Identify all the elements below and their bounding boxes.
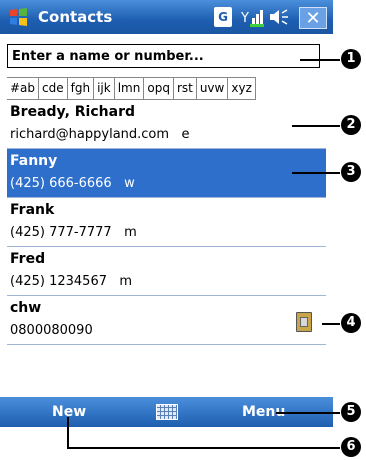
sim-card-icon <box>296 312 312 332</box>
callout-line-3 <box>292 172 340 174</box>
alphabet-tab-ab[interactable]: #ab <box>7 78 40 99</box>
alphabet-tab-ijk[interactable]: ijk <box>94 78 115 99</box>
alphabet-tab-xyz[interactable]: xyz <box>228 78 256 99</box>
volume-icon[interactable] <box>268 7 290 27</box>
alphabet-tab-cde[interactable]: cde <box>39 78 68 99</box>
contact-row[interactable]: chw 0800080090 <box>7 296 326 345</box>
contact-list: Bready, Richard richard@happyland.com e Fa… <box>7 100 326 345</box>
alphabet-tab-lmn[interactable]: lmn <box>115 78 145 99</box>
callout-line-4 <box>322 323 340 325</box>
window-title: Contacts <box>38 8 113 26</box>
windows-start-icon[interactable] <box>8 7 30 27</box>
contact-name: chw <box>10 300 42 316</box>
contact-row[interactable]: Bready, Richard richard@happyland.com e <box>7 100 326 149</box>
pocketpc-screen: Contacts G Y ✕ Enter a name or number...… <box>0 0 333 460</box>
alphabet-tab-fgh[interactable]: fgh <box>68 78 95 99</box>
contact-name: Fred <box>10 251 46 267</box>
g-icon[interactable]: G <box>214 7 232 27</box>
callout-badge-4: 4 <box>341 313 361 333</box>
callout-badge-5: 5 <box>341 402 361 422</box>
contact-detail: 0800080090 <box>10 323 93 338</box>
callout-badge-1: 1 <box>341 49 361 69</box>
search-input[interactable]: Enter a name or number... <box>7 44 320 68</box>
contact-name: Bready, Richard <box>10 104 135 120</box>
alphabet-tabs: #ab cde fgh ijk lmn opq rst uvw xyz <box>7 77 256 100</box>
callout-line-2 <box>292 125 340 127</box>
alphabet-tab-rst[interactable]: rst <box>174 78 197 99</box>
new-button[interactable]: New <box>52 404 86 420</box>
contact-name: Fanny <box>10 153 58 169</box>
close-icon[interactable]: ✕ <box>299 7 327 29</box>
callout-badge-2: 2 <box>341 115 361 135</box>
alphabet-tab-uvw[interactable]: uvw <box>197 78 229 99</box>
contact-detail: (425) 666-6666 w <box>10 176 135 191</box>
callout-line-1 <box>300 59 340 61</box>
callout-vline-6 <box>67 417 69 449</box>
contact-row[interactable]: Frank (425) 777-7777 m <box>7 198 326 247</box>
contact-detail: (425) 1234567 m <box>10 274 133 289</box>
contact-detail: (425) 777-7777 m <box>10 225 137 240</box>
callout-line-5 <box>276 412 340 414</box>
contact-row[interactable]: Fanny (425) 666-6666 w <box>7 149 326 198</box>
contact-name: Frank <box>10 202 55 218</box>
callout-line-6 <box>67 447 340 449</box>
callout-badge-3: 3 <box>341 162 361 182</box>
contact-row[interactable]: Fred (425) 1234567 m <box>7 247 326 296</box>
contact-detail: richard@happyland.com e <box>10 127 190 142</box>
title-bar: Contacts G Y ✕ <box>0 0 333 34</box>
callout-badge-6: 6 <box>341 437 361 457</box>
keyboard-icon[interactable] <box>156 404 178 420</box>
svg-text:Y: Y <box>240 11 249 26</box>
signal-icon[interactable]: Y <box>240 7 266 27</box>
alphabet-tab-opq[interactable]: opq <box>144 78 174 99</box>
